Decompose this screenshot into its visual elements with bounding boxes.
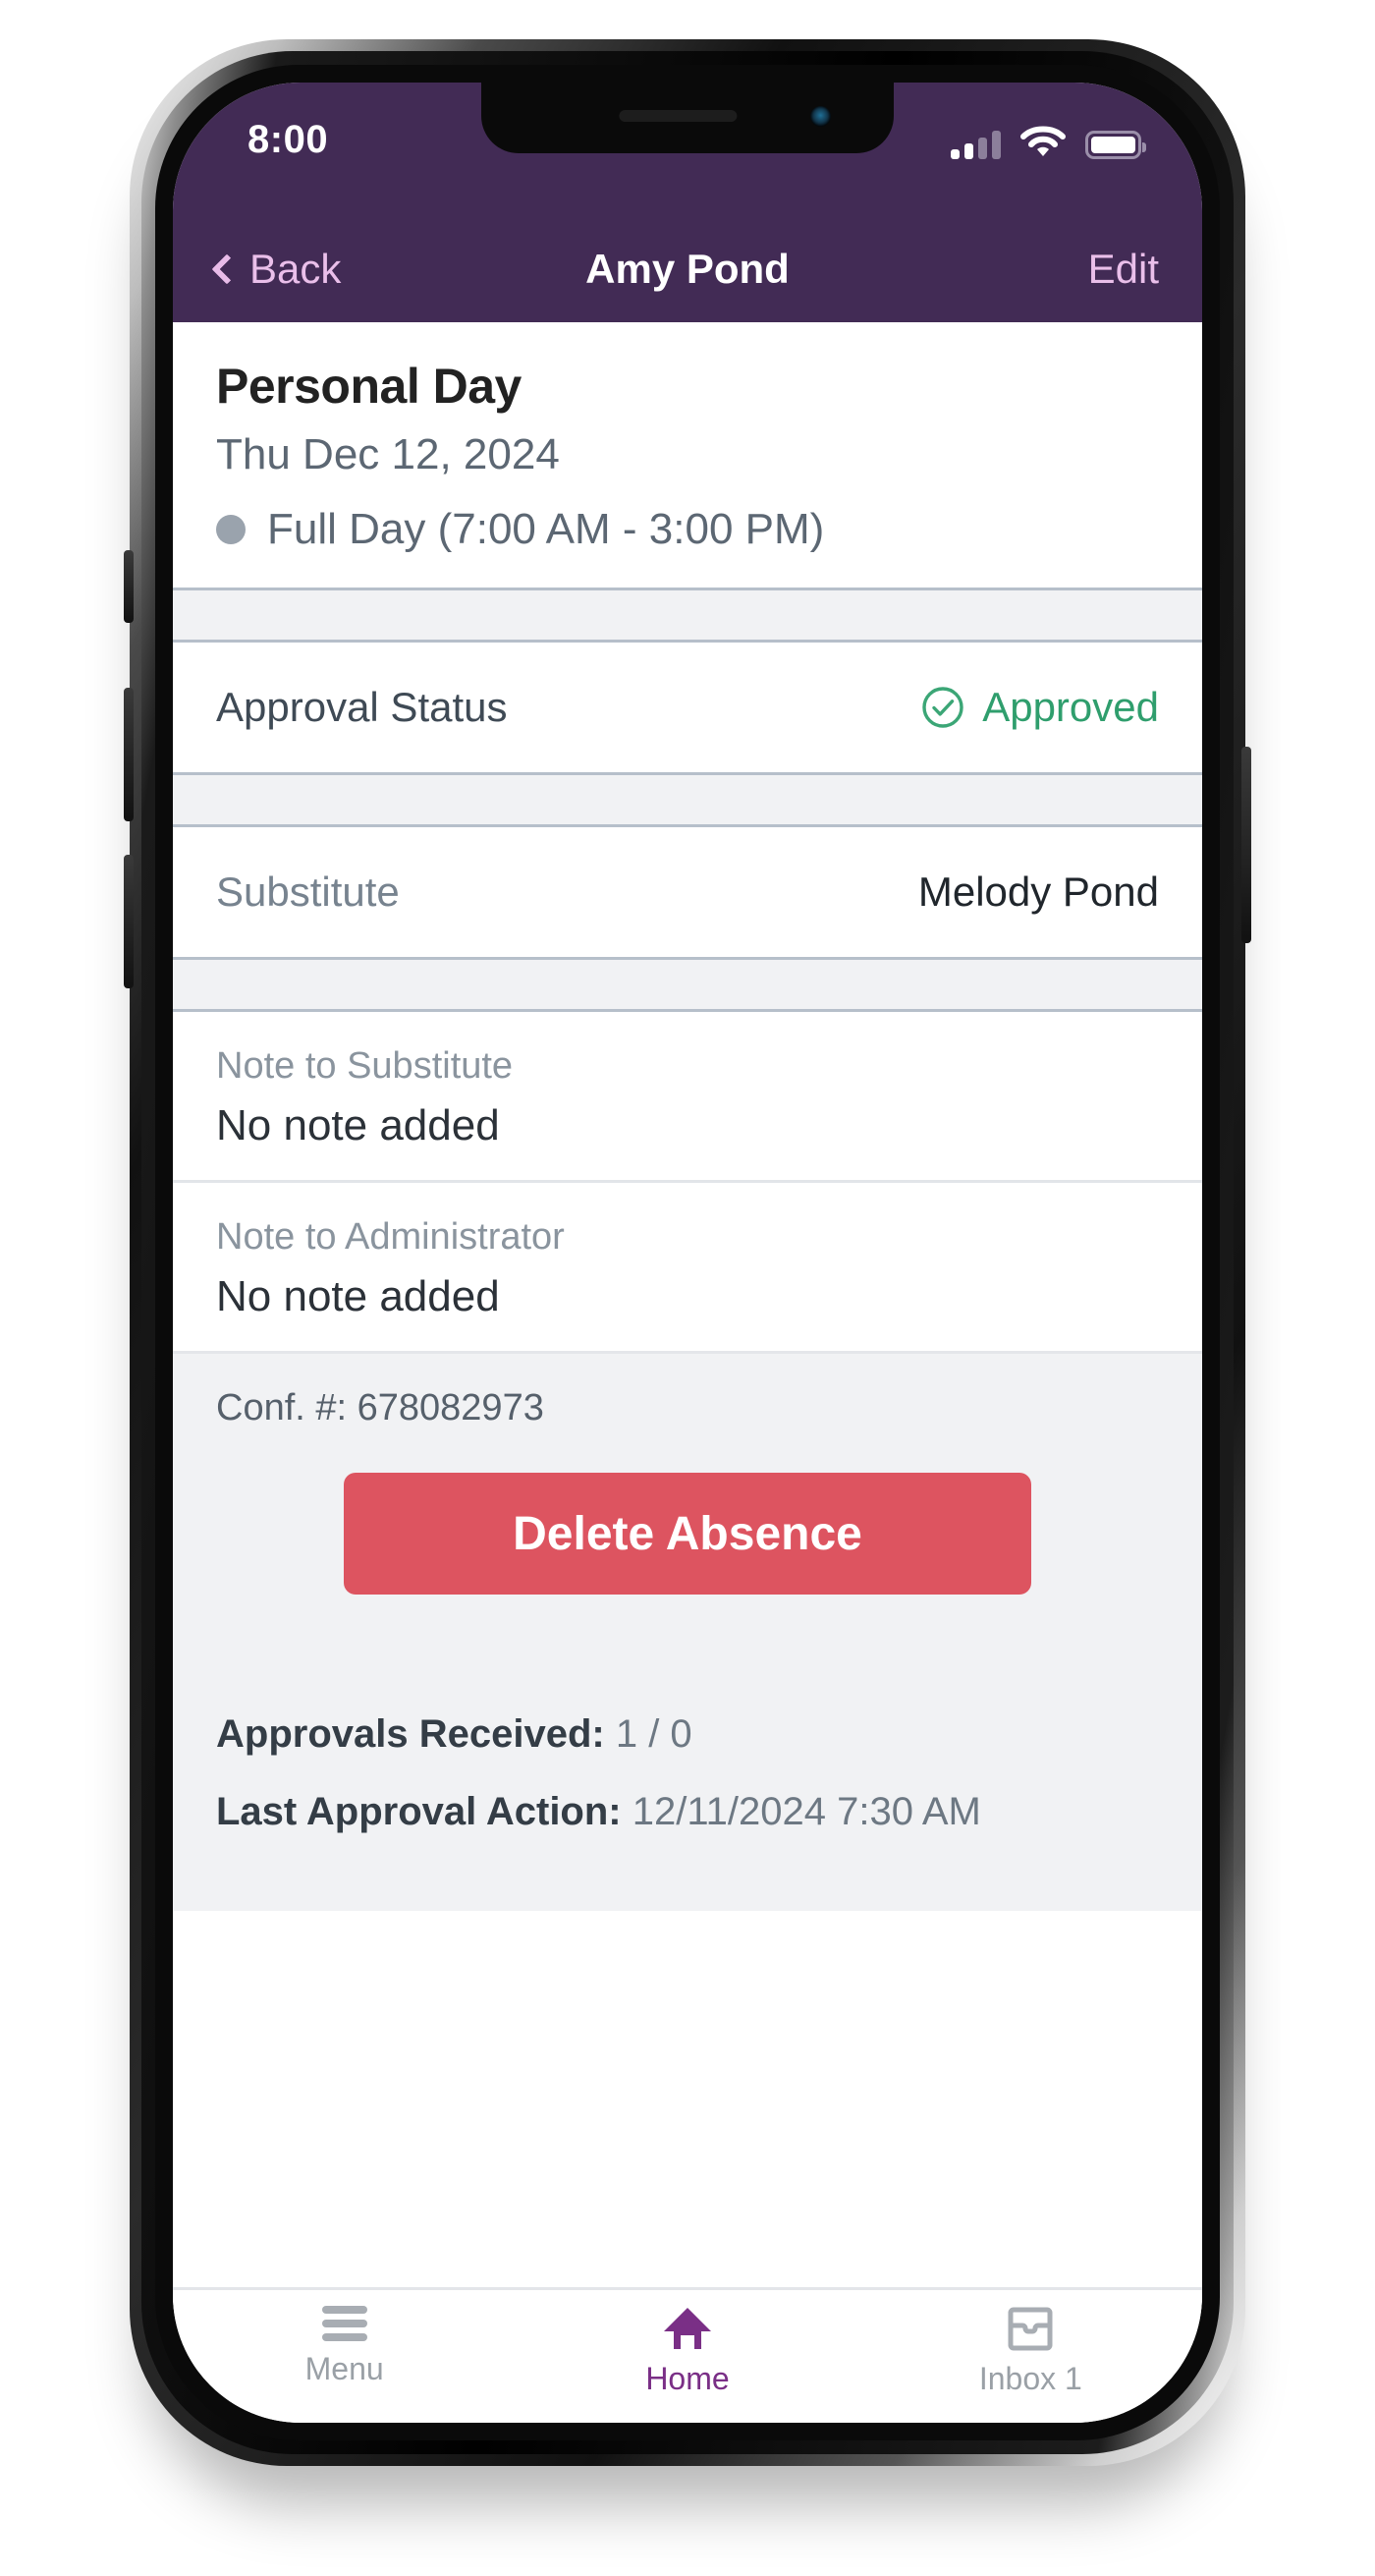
inbox-icon — [1008, 2307, 1053, 2351]
power-button[interactable] — [1241, 747, 1251, 943]
tab-home[interactable]: Home — [516, 2306, 858, 2397]
absence-footer: Conf. #: 678082973 Delete Absence Approv… — [173, 1351, 1202, 1911]
approval-status-value: Approved — [982, 684, 1159, 730]
home-icon — [663, 2308, 711, 2349]
absence-detail-content: Personal Day Thu Dec 12, 2024 Full Day (… — [173, 322, 1202, 2287]
last-approval-action-value: 12/11/2024 7:30 AM — [632, 1790, 981, 1833]
approval-status-row: Approval Status Approved — [173, 643, 1202, 772]
section-divider — [173, 957, 1202, 1012]
bottom-tab-bar: Menu Home Inbox 1 — [173, 2287, 1202, 2423]
approval-details: Approvals Received: 1 / 0 Last Approval … — [216, 1712, 1159, 1834]
front-camera-icon — [810, 106, 831, 127]
status-bar-icons — [951, 120, 1146, 159]
status-badge: Approved — [921, 684, 1159, 731]
volume-up-button[interactable] — [124, 688, 134, 821]
back-button-label: Back — [249, 246, 342, 292]
approvals-received-row: Approvals Received: 1 / 0 — [216, 1712, 1159, 1757]
signal-bars-icon — [951, 130, 1001, 159]
battery-icon — [1085, 131, 1146, 159]
notes-card: Note to Substitute No note added Note to… — [173, 1012, 1202, 1351]
status-bar: 8:00 — [173, 83, 1202, 216]
note-to-substitute: Note to Substitute No note added — [173, 1012, 1202, 1180]
section-divider — [173, 772, 1202, 827]
chevron-left-icon — [211, 253, 243, 285]
tab-menu-label: Menu — [304, 2351, 384, 2386]
substitute-card: Substitute Melody Pond — [173, 827, 1202, 957]
hamburger-menu-icon — [321, 2306, 367, 2341]
note-to-substitute-label: Note to Substitute — [216, 1045, 514, 1087]
absence-summary: Personal Day Thu Dec 12, 2024 Full Day (… — [173, 322, 1202, 588]
absence-summary-card: Personal Day Thu Dec 12, 2024 Full Day (… — [173, 322, 1202, 588]
edit-button[interactable]: Edit — [1088, 246, 1202, 293]
dot-icon — [216, 515, 246, 544]
substitute-label: Substitute — [216, 868, 400, 915]
absence-type: Personal Day — [216, 359, 522, 414]
approval-status-label: Approval Status — [216, 684, 508, 730]
wifi-icon — [1020, 126, 1066, 156]
section-divider — [173, 588, 1202, 643]
approvals-received-value: 1 / 0 — [615, 1712, 692, 1756]
absence-duration-row: Full Day (7:00 AM - 3:00 PM) — [216, 505, 1159, 554]
confirmation-number: Conf. #: 678082973 — [216, 1387, 544, 1428]
navigation-bar: Back Amy Pond Edit — [173, 216, 1202, 322]
earpiece-speaker-icon — [619, 110, 738, 122]
tab-menu[interactable]: Menu — [173, 2306, 516, 2387]
screenshot-canvas: 8:00 Back Amy Pond Edit Personal Day Thu… — [0, 0, 1375, 2576]
delete-absence-button[interactable]: Delete Absence — [344, 1473, 1031, 1595]
mute-switch[interactable] — [124, 550, 134, 623]
absence-date: Thu Dec 12, 2024 — [216, 430, 560, 478]
absence-duration: Full Day (7:00 AM - 3:00 PM) — [267, 505, 825, 553]
note-to-substitute-value: No note added — [216, 1101, 500, 1149]
volume-down-button[interactable] — [124, 855, 134, 988]
substitute-value: Melody Pond — [917, 868, 1159, 915]
phone-screen: 8:00 Back Amy Pond Edit Personal Day Thu… — [173, 83, 1202, 2423]
note-to-administrator: Note to Administrator No note added — [173, 1180, 1202, 1351]
status-bar-time: 8:00 — [248, 118, 329, 161]
note-to-administrator-label: Note to Administrator — [216, 1216, 565, 1258]
substitute-row[interactable]: Substitute Melody Pond — [173, 827, 1202, 957]
last-approval-action-row: Last Approval Action: 12/11/2024 7:30 AM — [216, 1790, 1159, 1834]
note-to-administrator-value: No note added — [216, 1272, 500, 1320]
check-circle-icon — [922, 687, 963, 728]
tab-inbox[interactable]: Inbox 1 — [859, 2306, 1202, 2397]
tab-inbox-label: Inbox 1 — [978, 2361, 1082, 2396]
tab-home-label: Home — [645, 2361, 730, 2396]
approvals-received-label: Approvals Received: — [216, 1712, 605, 1756]
last-approval-action-label: Last Approval Action: — [216, 1790, 622, 1833]
back-button[interactable]: Back — [173, 246, 341, 293]
approval-status-card: Approval Status Approved — [173, 643, 1202, 772]
notch — [481, 83, 894, 153]
